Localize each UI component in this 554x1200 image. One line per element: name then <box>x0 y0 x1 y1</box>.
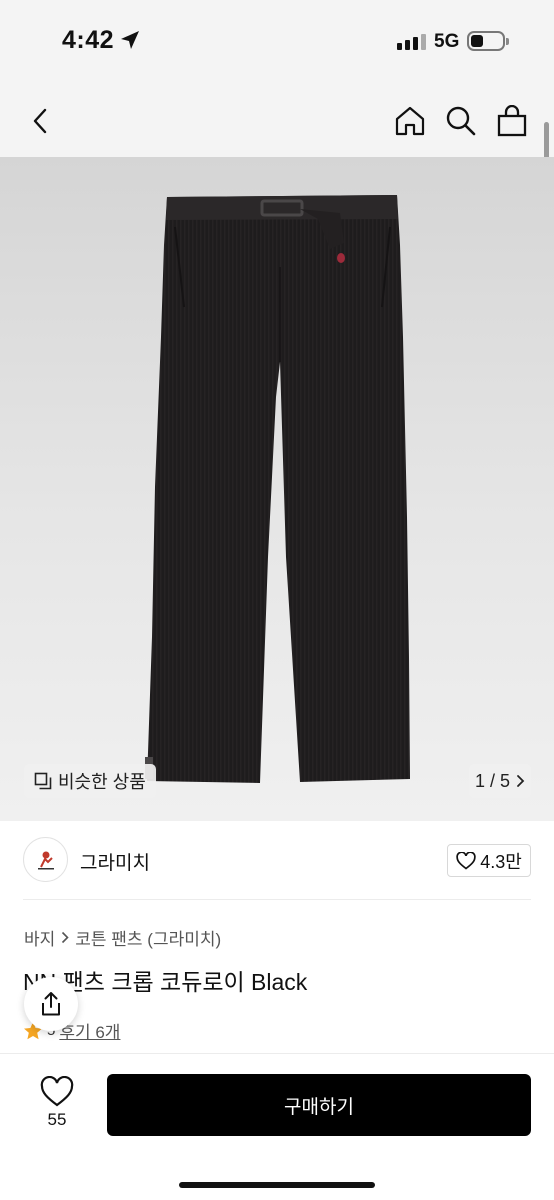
back-chevron-icon[interactable] <box>24 104 58 138</box>
network-label: 5G <box>434 31 460 52</box>
location-arrow-icon <box>121 31 139 49</box>
similar-products-label: 비슷한 상품 <box>58 772 146 792</box>
divider <box>23 899 531 900</box>
search-icon[interactable] <box>444 104 478 138</box>
breadcrumb-subcategory[interactable]: 코튼 팬츠 (그라미치) <box>75 925 221 950</box>
product-image-gallery[interactable]: 비슷한 상품 1 / 5 <box>0 157 554 821</box>
bottom-action-bar: 55 구매하기 <box>0 1053 554 1200</box>
page-indicator-text: 1 / 5 <box>474 770 511 791</box>
status-bar: 4:42 5G <box>0 0 554 84</box>
home-indicator <box>179 1182 375 1188</box>
share-icon <box>42 992 60 1016</box>
chevron-right-icon <box>517 775 525 787</box>
home-icon[interactable] <box>393 104 427 138</box>
similar-products-icon <box>34 772 52 790</box>
wishlist-count: 55 <box>47 1110 67 1129</box>
brand-like-button[interactable]: 4.3만 <box>447 844 531 877</box>
signal-icon <box>397 34 426 50</box>
image-page-indicator[interactable]: 1 / 5 <box>469 764 531 798</box>
share-button[interactable] <box>24 977 78 1031</box>
heart-icon <box>456 851 476 870</box>
brand-row: 그라미치 4.3만 <box>0 830 554 890</box>
brand-like-count: 4.3만 <box>480 851 522 872</box>
product-image-pants <box>145 195 410 783</box>
buy-button[interactable]: 구매하기 <box>107 1074 531 1136</box>
battery-icon <box>467 31 509 51</box>
breadcrumb: 바지 코튼 팬츠 (그라미치) <box>24 925 221 950</box>
status-time: 4:42 <box>62 26 115 54</box>
breadcrumb-category[interactable]: 바지 <box>24 925 55 950</box>
brand-name[interactable]: 그라미치 <box>80 848 150 875</box>
wishlist-heart-icon[interactable] <box>40 1076 74 1108</box>
nav-bar <box>0 84 554 157</box>
shopping-bag-icon[interactable] <box>495 104 529 138</box>
similar-products-button[interactable]: 비슷한 상품 <box>24 764 156 798</box>
chevron-right-icon <box>62 931 69 944</box>
brand-logo[interactable] <box>23 837 68 882</box>
